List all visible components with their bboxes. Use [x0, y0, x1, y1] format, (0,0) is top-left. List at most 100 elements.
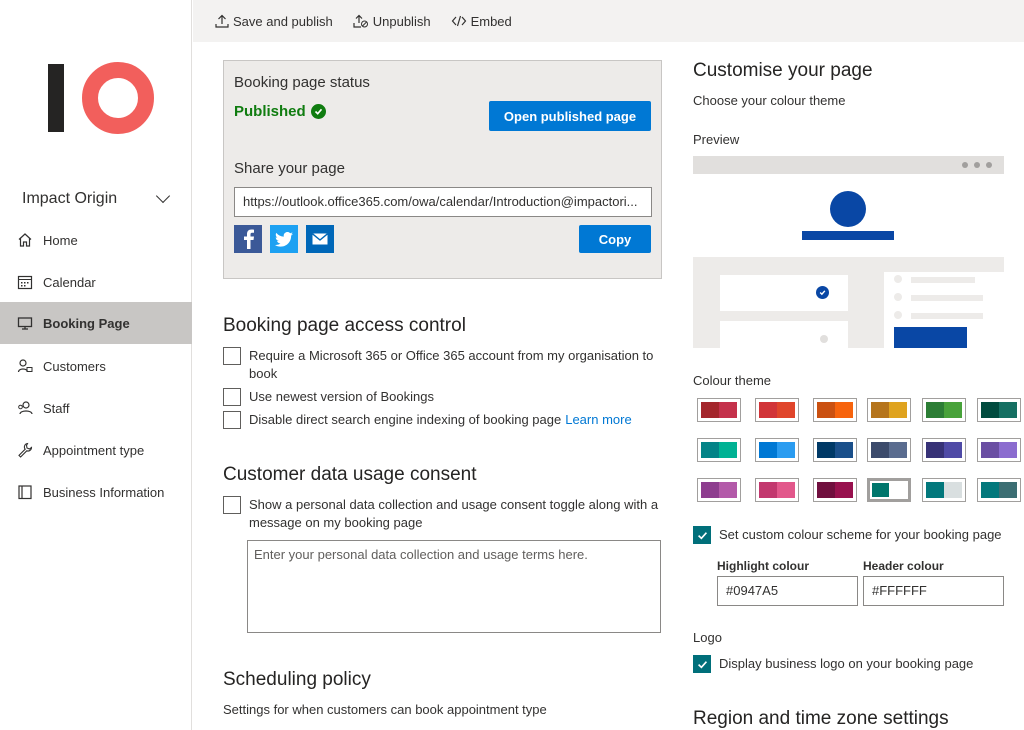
swatch-colour	[889, 402, 907, 418]
colour-theme-label: Colour theme	[693, 373, 772, 388]
colour-theme-swatch[interactable]	[922, 478, 966, 502]
colour-theme-swatch[interactable]	[867, 438, 911, 462]
sidebar-item-customers[interactable]: Customers	[0, 345, 192, 387]
sidebar-item-staff[interactable]: Staff	[0, 387, 192, 429]
colour-theme-swatch[interactable]	[922, 398, 966, 422]
colour-theme-swatch[interactable]	[813, 438, 857, 462]
swatch-colour	[817, 402, 835, 418]
colour-theme-swatch[interactable]	[867, 398, 911, 422]
colour-theme-swatch[interactable]	[755, 398, 799, 422]
swatch-colour	[701, 402, 719, 418]
consent-toggle-checkbox[interactable]	[223, 496, 241, 514]
save-and-publish-label: Save and publish	[233, 13, 333, 29]
copy-button[interactable]: Copy	[579, 225, 651, 253]
code-icon	[451, 14, 467, 28]
require-account-option[interactable]: Require a Microsoft 365 or Office 365 ac…	[223, 347, 663, 383]
custom-scheme-option[interactable]: Set custom colour scheme for your bookin…	[693, 526, 1013, 544]
display-logo-label: Display business logo on your booking pa…	[719, 656, 974, 671]
highlight-colour-input[interactable]: #0947A5	[717, 576, 858, 606]
consent-toggle-option[interactable]: Show a personal data collection and usag…	[223, 496, 663, 532]
checkmark-icon	[697, 660, 707, 668]
newest-version-checkbox[interactable]	[223, 388, 241, 406]
swatch-colour	[944, 402, 962, 418]
business-selector[interactable]: Impact Origin	[22, 186, 174, 212]
sidebar-item-booking-page[interactable]: Booking Page	[0, 302, 192, 344]
sidebar-item-label: Home	[43, 232, 78, 248]
learn-more-link[interactable]: Learn more	[565, 411, 631, 429]
swatch-colour	[999, 482, 1017, 498]
calendar-icon	[16, 273, 34, 291]
scheduling-title: Scheduling policy	[223, 669, 371, 690]
colour-theme-swatch[interactable]	[755, 478, 799, 502]
preview-check-icon	[816, 286, 829, 299]
sidebar-item-label: Calendar	[43, 274, 96, 290]
share-url-field[interactable]: https://outlook.office365.com/owa/calend…	[234, 187, 652, 217]
email-icon[interactable]	[306, 225, 334, 253]
preview-header-bar	[693, 156, 1004, 174]
custom-scheme-label: Set custom colour scheme for your bookin…	[719, 527, 1002, 542]
open-published-page-button[interactable]: Open published page	[489, 101, 651, 131]
unpublish-label: Unpublish	[372, 13, 431, 29]
region-timezone-title: Region and time zone settings	[693, 708, 949, 729]
colour-theme-swatch[interactable]	[697, 398, 741, 422]
newest-version-option[interactable]: Use newest version of Bookings	[223, 388, 663, 406]
sidebar-item-label: Business Information	[43, 484, 165, 500]
sidebar-item-appointment-type[interactable]: Appointment type	[0, 429, 192, 471]
preview-title-bar	[802, 231, 894, 240]
colour-theme-swatch[interactable]	[977, 438, 1021, 462]
customise-title: Customise your page	[693, 60, 873, 81]
customers-icon	[16, 357, 34, 375]
colour-theme-swatch[interactable]	[813, 478, 857, 502]
disable-indexing-label: Disable direct search engine indexing of…	[249, 412, 562, 427]
swatch-colour	[817, 482, 835, 498]
swatch-colour	[759, 442, 777, 458]
status-title: Booking page status	[234, 74, 370, 91]
embed-button[interactable]: Embed	[451, 14, 512, 29]
twitter-icon[interactable]	[270, 225, 298, 253]
swatch-colour	[872, 483, 889, 497]
newest-version-label: Use newest version of Bookings	[249, 389, 434, 404]
access-control-title: Booking page access control	[223, 315, 466, 336]
swatch-colour	[835, 402, 853, 418]
sidebar: Impact Origin Home Calendar Booking Page…	[0, 0, 192, 730]
business-name: Impact Origin	[22, 190, 118, 207]
disable-indexing-checkbox[interactable]	[223, 411, 241, 429]
monitor-icon	[16, 314, 34, 332]
sidebar-item-business-information[interactable]: Business Information	[0, 471, 192, 513]
custom-scheme-checkbox[interactable]	[693, 526, 711, 544]
sidebar-item-home[interactable]: Home	[0, 219, 192, 261]
colour-theme-swatch[interactable]	[813, 398, 857, 422]
colour-theme-swatch[interactable]	[977, 478, 1021, 502]
swatch-colour	[719, 482, 737, 498]
unpublish-button[interactable]: Unpublish	[353, 14, 431, 29]
preview-button	[894, 327, 967, 348]
colour-theme-swatch[interactable]	[697, 438, 741, 462]
scheduling-subtitle: Settings for when customers can book app…	[223, 702, 547, 717]
display-logo-checkbox[interactable]	[693, 655, 711, 673]
colour-theme-swatch[interactable]	[977, 398, 1021, 422]
staff-icon	[16, 399, 34, 417]
swatch-colour	[981, 442, 999, 458]
swatch-colour	[835, 482, 853, 498]
disable-indexing-option[interactable]: Disable direct search engine indexing of…	[223, 411, 663, 429]
sidebar-item-label: Staff	[43, 400, 70, 416]
swatch-colour	[944, 442, 962, 458]
command-bar: Save and publish Unpublish Embed	[193, 0, 1024, 42]
colour-theme-swatch[interactable]	[922, 438, 966, 462]
sidebar-item-calendar[interactable]: Calendar	[0, 261, 192, 303]
swatch-colour	[981, 402, 999, 418]
header-colour-input[interactable]: #FFFFFF	[863, 576, 1004, 606]
sidebar-item-label: Booking Page	[43, 315, 130, 331]
consent-terms-textarea[interactable]: Enter your personal data collection and …	[247, 540, 661, 633]
colour-theme-swatch[interactable]	[697, 478, 741, 502]
save-and-publish-button[interactable]: Save and publish	[215, 14, 333, 29]
colour-theme-swatch[interactable]	[755, 438, 799, 462]
logo-ring	[82, 62, 154, 134]
display-logo-option[interactable]: Display business logo on your booking pa…	[693, 655, 1013, 673]
theme-preview	[693, 156, 1004, 348]
require-account-checkbox[interactable]	[223, 347, 241, 365]
swatch-colour	[871, 442, 889, 458]
swatch-colour	[817, 442, 835, 458]
colour-theme-swatch[interactable]	[867, 478, 911, 502]
facebook-icon[interactable]	[234, 225, 262, 253]
